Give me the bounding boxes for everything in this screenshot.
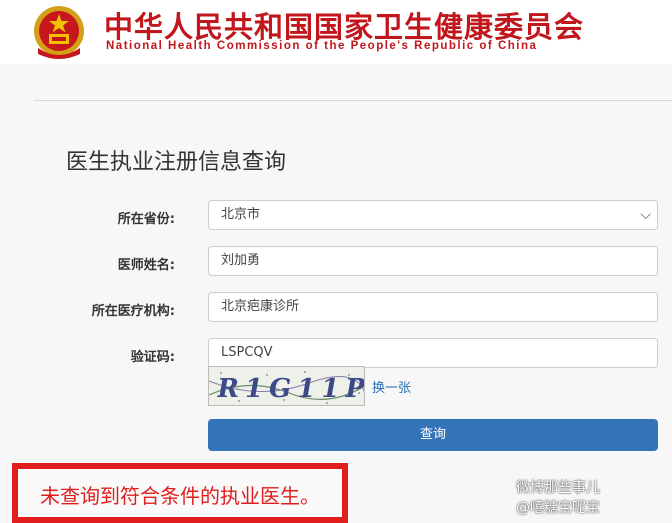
province-label: 所在省份: <box>117 212 175 227</box>
province-select[interactable]: 北京市 ⌵ <box>208 200 658 230</box>
institution-label: 所在医疗机构: <box>91 304 175 319</box>
header-divider <box>34 100 672 101</box>
page-title: 医生执业注册信息查询 <box>66 150 287 175</box>
watermark-line-1: 微博那些事儿 <box>516 480 600 496</box>
captcha-label: 验证码: <box>130 350 175 365</box>
result-message: 未查询到符合条件的执业医生。 <box>40 484 320 508</box>
province-select-value: 北京市 <box>221 207 261 222</box>
doctor-name-label: 医师姓名: <box>117 258 175 273</box>
captcha-image[interactable]: R1G11P <box>208 366 365 406</box>
captcha-input[interactable]: LSPCQV <box>208 338 658 368</box>
site-title-english: National Health Commission of the People… <box>106 40 538 52</box>
captcha-input-value: LSPCQV <box>221 345 273 360</box>
captcha-noise: R1G11P <box>209 371 365 404</box>
site-header: 中华人民共和国国家卫生健康委员会 National Health Commiss… <box>0 0 672 64</box>
doctor-name-value: 刘加勇 <box>221 253 261 268</box>
captcha-text: R1G11P <box>214 373 365 404</box>
query-button[interactable]: 查询 <box>208 419 658 451</box>
captcha-refresh-link[interactable]: 换一张 <box>372 377 411 396</box>
result-highlight-box: 未查询到符合条件的执业医生。 <box>12 463 348 523</box>
watermark-line-2: @嘻糖宝呢宝 <box>516 500 600 516</box>
national-emblem-icon <box>34 6 84 59</box>
chevron-down-icon: ⌵ <box>640 207 651 223</box>
watermark: 微博那些事儿 @嘻糖宝呢宝 <box>516 478 600 518</box>
institution-value: 北京疤康诊所 <box>221 299 300 314</box>
doctor-name-input[interactable]: 刘加勇 <box>208 246 658 276</box>
institution-input[interactable]: 北京疤康诊所 <box>208 292 658 322</box>
